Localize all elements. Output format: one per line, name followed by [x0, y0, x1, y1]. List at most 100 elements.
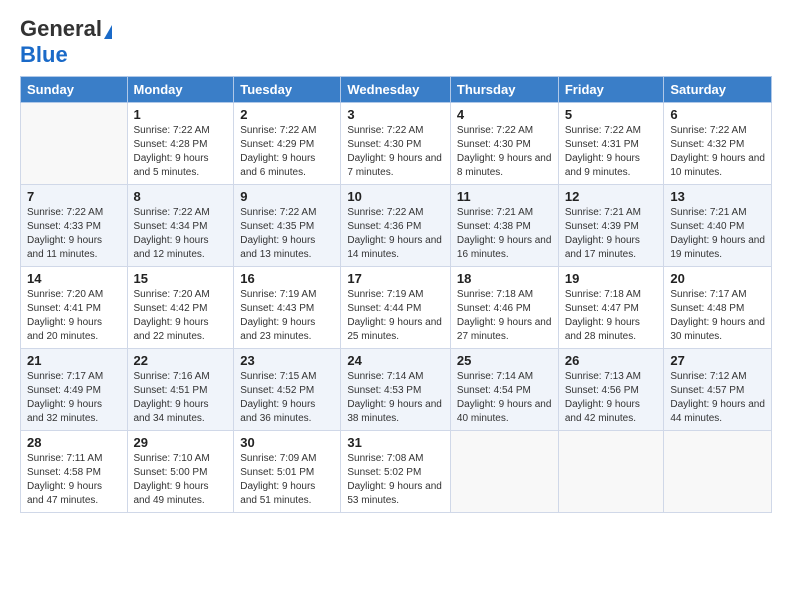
day-info: Sunrise: 7:08 AMSunset: 5:02 PMDaylight:…: [347, 452, 444, 508]
day-number: 2: [240, 107, 334, 122]
day-number: 19: [565, 271, 658, 286]
week-row-4: 21 Sunrise: 7:17 AMSunset: 4:49 PMDayligh…: [21, 349, 772, 431]
day-info: Sunrise: 7:12 AMSunset: 4:57 PMDaylight:…: [670, 370, 765, 426]
day-number: 14: [27, 271, 121, 286]
logo-line2: Blue: [20, 42, 68, 68]
day-info: Sunrise: 7:21 AMSunset: 4:38 PMDaylight:…: [457, 206, 552, 262]
day-info: Sunrise: 7:10 AMSunset: 5:00 PMDaylight:…: [134, 452, 228, 508]
calendar-cell: 4Sunrise: 7:22 AMSunset: 4:30 PMDaylight…: [450, 103, 558, 185]
day-info: Sunrise: 7:21 AMSunset: 4:40 PMDaylight:…: [670, 206, 765, 262]
day-info: Sunrise: 7:19 AMSunset: 4:43 PMDaylight:…: [240, 288, 334, 344]
day-number: 26: [565, 353, 658, 368]
day-info: Sunrise: 7:11 AMSunset: 4:58 PMDaylight:…: [27, 452, 121, 508]
calendar-cell: 17 Sunrise: 7:19 AMSunset: 4:44 PMDayligh…: [341, 267, 451, 349]
day-info: Sunrise: 7:13 AMSunset: 4:56 PMDaylight:…: [565, 370, 658, 426]
calendar-cell: 25Sunrise: 7:14 AMSunset: 4:54 PMDayligh…: [450, 349, 558, 431]
day-number: 6: [670, 107, 765, 122]
day-number: 28: [27, 435, 121, 450]
logo-line1: General: [20, 16, 112, 42]
calendar-cell: 20Sunrise: 7:17 AMSunset: 4:48 PMDayligh…: [664, 267, 772, 349]
calendar-cell: 5 Sunrise: 7:22 AMSunset: 4:31 PMDaylight…: [558, 103, 664, 185]
day-number: 20: [670, 271, 765, 286]
day-number: 15: [134, 271, 228, 286]
weekday-header-sunday: Sunday: [21, 77, 128, 103]
day-info: Sunrise: 7:20 AMSunset: 4:42 PMDaylight:…: [134, 288, 228, 344]
day-info: Sunrise: 7:22 AMSunset: 4:35 PMDaylight:…: [240, 206, 334, 262]
calendar-cell: 15 Sunrise: 7:20 AMSunset: 4:42 PMDayligh…: [127, 267, 234, 349]
weekday-header-tuesday: Tuesday: [234, 77, 341, 103]
weekday-header-friday: Friday: [558, 77, 664, 103]
day-number: 10: [347, 189, 444, 204]
day-number: 16: [240, 271, 334, 286]
day-number: 31: [347, 435, 444, 450]
weekday-header-wednesday: Wednesday: [341, 77, 451, 103]
day-number: 8: [134, 189, 228, 204]
calendar-cell: 27 Sunrise: 7:12 AMSunset: 4:57 PMDayligh…: [664, 349, 772, 431]
calendar-cell: 23 Sunrise: 7:15 AMSunset: 4:52 PMDayligh…: [234, 349, 341, 431]
day-info: Sunrise: 7:22 AMSunset: 4:31 PMDaylight:…: [565, 124, 658, 180]
logo: General Blue: [20, 16, 112, 68]
calendar-cell: 30Sunrise: 7:09 AMSunset: 5:01 PMDayligh…: [234, 431, 341, 513]
weekday-header-thursday: Thursday: [450, 77, 558, 103]
calendar-cell: 31 Sunrise: 7:08 AMSunset: 5:02 PMDayligh…: [341, 431, 451, 513]
day-info: Sunrise: 7:14 AMSunset: 4:53 PMDaylight:…: [347, 370, 444, 426]
calendar-cell: 29 Sunrise: 7:10 AMSunset: 5:00 PMDayligh…: [127, 431, 234, 513]
calendar-cell: 26 Sunrise: 7:13 AMSunset: 4:56 PMDayligh…: [558, 349, 664, 431]
week-row-3: 14 Sunrise: 7:20 AMSunset: 4:41 PMDayligh…: [21, 267, 772, 349]
calendar-cell: 9 Sunrise: 7:22 AMSunset: 4:35 PMDaylight…: [234, 185, 341, 267]
calendar-cell: 2 Sunrise: 7:22 AMSunset: 4:29 PMDaylight…: [234, 103, 341, 185]
day-number: 25: [457, 353, 552, 368]
day-info: Sunrise: 7:15 AMSunset: 4:52 PMDaylight:…: [240, 370, 334, 426]
day-number: 30: [240, 435, 334, 450]
day-number: 12: [565, 189, 658, 204]
day-info: Sunrise: 7:16 AMSunset: 4:51 PMDaylight:…: [134, 370, 228, 426]
day-number: 21: [27, 353, 121, 368]
day-info: Sunrise: 7:22 AMSunset: 4:36 PMDaylight:…: [347, 206, 444, 262]
day-number: 29: [134, 435, 228, 450]
calendar-cell: 10 Sunrise: 7:22 AMSunset: 4:36 PMDayligh…: [341, 185, 451, 267]
day-number: 13: [670, 189, 765, 204]
day-info: Sunrise: 7:19 AMSunset: 4:44 PMDaylight:…: [347, 288, 444, 344]
day-number: 3: [347, 107, 444, 122]
calendar-cell: 21 Sunrise: 7:17 AMSunset: 4:49 PMDayligh…: [21, 349, 128, 431]
calendar-cell: 18 Sunrise: 7:18 AMSunset: 4:46 PMDayligh…: [450, 267, 558, 349]
day-number: 23: [240, 353, 334, 368]
week-row-5: 28 Sunrise: 7:11 AMSunset: 4:58 PMDayligh…: [21, 431, 772, 513]
day-info: Sunrise: 7:22 AMSunset: 4:30 PMDaylight:…: [347, 124, 444, 180]
day-number: 27: [670, 353, 765, 368]
day-info: Sunrise: 7:22 AMSunset: 4:28 PMDaylight:…: [134, 124, 228, 180]
day-number: 18: [457, 271, 552, 286]
calendar-table: SundayMondayTuesdayWednesdayThursdayFrid…: [20, 76, 772, 513]
day-info: Sunrise: 7:21 AMSunset: 4:39 PMDaylight:…: [565, 206, 658, 262]
calendar-cell: 7Sunrise: 7:22 AMSunset: 4:33 PMDaylight…: [21, 185, 128, 267]
calendar-cell: [450, 431, 558, 513]
page: General Blue SundayMondayTuesdayWednesda…: [0, 0, 792, 612]
calendar-cell: 16 Sunrise: 7:19 AMSunset: 4:43 PMDayligh…: [234, 267, 341, 349]
day-info: Sunrise: 7:22 AMSunset: 4:33 PMDaylight:…: [27, 206, 121, 262]
weekday-header-monday: Monday: [127, 77, 234, 103]
day-info: Sunrise: 7:18 AMSunset: 4:47 PMDaylight:…: [565, 288, 658, 344]
day-number: 5: [565, 107, 658, 122]
calendar-cell: 19 Sunrise: 7:18 AMSunset: 4:47 PMDayligh…: [558, 267, 664, 349]
calendar-cell: 12 Sunrise: 7:21 AMSunset: 4:39 PMDayligh…: [558, 185, 664, 267]
calendar-cell: [21, 103, 128, 185]
day-info: Sunrise: 7:22 AMSunset: 4:34 PMDaylight:…: [134, 206, 228, 262]
logo-blue-text: Blue: [20, 42, 68, 67]
day-number: 22: [134, 353, 228, 368]
weekday-header-row: SundayMondayTuesdayWednesdayThursdayFrid…: [21, 77, 772, 103]
week-row-1: 1Sunrise: 7:22 AMSunset: 4:28 PMDaylight…: [21, 103, 772, 185]
calendar-cell: 13 Sunrise: 7:21 AMSunset: 4:40 PMDayligh…: [664, 185, 772, 267]
day-info: Sunrise: 7:22 AMSunset: 4:32 PMDaylight:…: [670, 124, 765, 180]
day-number: 9: [240, 189, 334, 204]
day-number: 17: [347, 271, 444, 286]
day-info: Sunrise: 7:17 AMSunset: 4:49 PMDaylight:…: [27, 370, 121, 426]
day-info: Sunrise: 7:18 AMSunset: 4:46 PMDaylight:…: [457, 288, 552, 344]
day-number: 11: [457, 189, 552, 204]
header: General Blue: [20, 16, 772, 68]
day-info: Sunrise: 7:20 AMSunset: 4:41 PMDaylight:…: [27, 288, 121, 344]
calendar-cell: [664, 431, 772, 513]
logo-general-text: General: [20, 16, 102, 41]
calendar-cell: 14 Sunrise: 7:20 AMSunset: 4:41 PMDayligh…: [21, 267, 128, 349]
calendar-cell: 3 Sunrise: 7:22 AMSunset: 4:30 PMDaylight…: [341, 103, 451, 185]
day-info: Sunrise: 7:22 AMSunset: 4:29 PMDaylight:…: [240, 124, 334, 180]
